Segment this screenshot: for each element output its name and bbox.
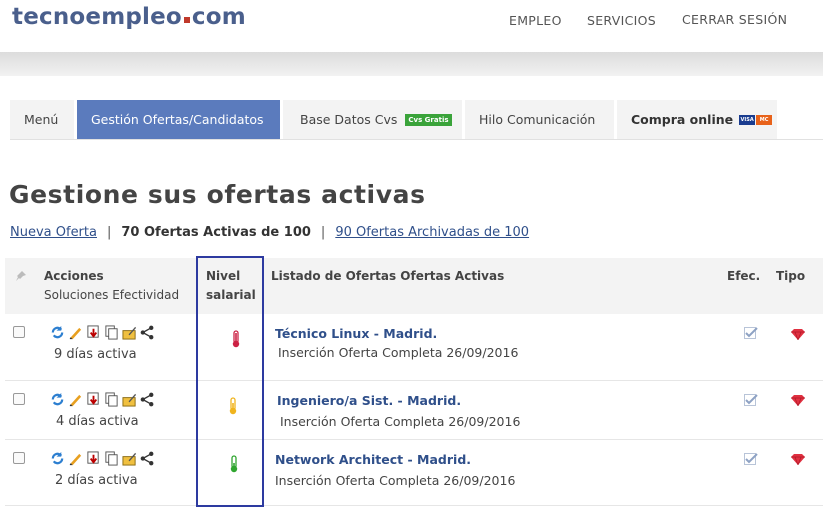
offer-title: Técnico Linux <box>275 326 370 341</box>
nav-cerrar-sesion[interactable]: CERRAR SESIÓN <box>682 12 787 27</box>
visa-card-icon: VISA <box>739 115 756 125</box>
copy-icon[interactable] <box>104 325 119 340</box>
tab-basedatos-label: Base Datos Cvs <box>300 112 398 127</box>
days-active: 2 días activa <box>55 473 138 488</box>
table-row: 2 días activa Network Architect - Madrid… <box>5 440 823 506</box>
download-icon[interactable] <box>86 451 101 466</box>
edit-pencil-icon[interactable] <box>68 451 83 466</box>
row-checkbox[interactable] <box>13 452 25 464</box>
top-header: tecnoempleo com EMPLEO SERVICIOS CERRAR S… <box>0 0 823 52</box>
edit-pencil-icon[interactable] <box>68 392 83 407</box>
tab-base-datos-cvs[interactable]: Base Datos Cvs Cvs Gratis <box>283 100 465 140</box>
nav-servicios[interactable]: SERVICIOS <box>587 13 656 28</box>
offer-insertion: Inserción Oferta Completa 26/09/2016 <box>275 473 516 488</box>
tab-compra-online[interactable]: Compra online VISA MC <box>617 100 780 140</box>
summary-separator: | <box>106 225 112 240</box>
share-icon[interactable] <box>140 451 155 466</box>
refresh-icon[interactable] <box>50 451 65 466</box>
header-band <box>0 52 823 76</box>
row-checkbox[interactable] <box>13 326 25 338</box>
cvs-gratis-badge: Cvs Gratis <box>405 114 452 126</box>
new-offer-link[interactable]: Nueva Oferta <box>10 225 97 240</box>
ruby-gem-icon <box>791 329 805 340</box>
row-checkbox[interactable] <box>13 393 25 405</box>
tab-hilo-label: Hilo Comunicación <box>479 112 596 127</box>
tab-compra-label: Compra online <box>631 112 734 127</box>
folder-edit-icon[interactable] <box>122 392 137 407</box>
logo-dot <box>183 17 190 23</box>
pin-icon <box>16 271 26 281</box>
folder-edit-icon[interactable] <box>122 451 137 466</box>
days-active: 4 días activa <box>56 414 139 429</box>
header-actions: Acciones <box>44 269 104 283</box>
active-offers-count: 70 Ofertas Activas de 100 <box>121 225 311 240</box>
offers-summary: Nueva Oferta | 70 Ofertas Activas de 100 | 9… <box>10 225 529 240</box>
row-actions <box>50 451 155 466</box>
copy-icon[interactable] <box>104 392 119 407</box>
tab-menu-label: Menú <box>24 112 59 127</box>
offer-title-link[interactable]: Ingeniero/a Sist. - Madrid. <box>277 393 461 408</box>
header-actions-sub: Soluciones Efectividad <box>44 288 180 302</box>
offer-insertion: Inserción Oferta Completa 26/09/2016 <box>278 345 519 360</box>
main-tabs: Menú Gestión Ofertas/Candidatos Base Dat… <box>10 100 780 140</box>
offers-table-header: Acciones Soluciones Efectividad Nivel sa… <box>5 258 823 314</box>
site-logo[interactable]: tecnoempleo com <box>12 4 246 30</box>
offer-title-link[interactable]: Network Architect - Madrid. <box>275 452 471 467</box>
salary-column-highlight <box>196 256 264 507</box>
header-listing: Listado de Ofertas Ofertas Activas <box>271 269 505 283</box>
mastercard-icon: MC <box>756 115 773 125</box>
offer-title-link[interactable]: Técnico Linux - Madrid. <box>275 326 437 341</box>
folder-edit-icon[interactable] <box>122 325 137 340</box>
offer-location: - Madrid. <box>369 326 438 341</box>
page-title: Gestione sus ofertas activas <box>9 180 426 209</box>
days-active: 9 días activa <box>54 347 137 362</box>
table-row: 9 días activa Técnico Linux - Madrid. In… <box>5 314 823 381</box>
offer-location: - Madrid. <box>403 452 472 467</box>
ruby-gem-icon <box>791 454 805 465</box>
ruby-gem-icon <box>791 395 805 406</box>
tab-gestion-label: Gestión Ofertas/Candidatos <box>91 112 264 127</box>
header-efec: Efec. <box>727 269 761 283</box>
archived-offers-link[interactable]: 90 Ofertas Archivadas de 100 <box>335 225 529 240</box>
download-icon[interactable] <box>86 325 101 340</box>
copy-icon[interactable] <box>104 451 119 466</box>
checkmark-icon <box>744 394 758 406</box>
edit-pencil-icon[interactable] <box>68 325 83 340</box>
share-icon[interactable] <box>140 392 155 407</box>
share-icon[interactable] <box>140 325 155 340</box>
payment-cards-icon: VISA MC <box>739 115 773 125</box>
download-icon[interactable] <box>86 392 101 407</box>
tab-hilo-comunicacion[interactable]: Hilo Comunicación <box>465 100 617 140</box>
offer-location: - Madrid. <box>393 393 462 408</box>
tabs-underline <box>10 139 823 140</box>
offer-title: Ingeniero/a Sist. <box>277 393 394 408</box>
tab-menu[interactable]: Menú <box>10 100 77 140</box>
checkmark-icon <box>744 327 758 339</box>
row-actions <box>50 325 155 340</box>
table-row: 4 días activa Ingeniero/a Sist. - Madrid… <box>5 381 823 440</box>
refresh-icon[interactable] <box>50 325 65 340</box>
row-actions <box>50 392 155 407</box>
summary-separator: | <box>320 225 326 240</box>
refresh-icon[interactable] <box>50 392 65 407</box>
offer-insertion: Inserción Oferta Completa 26/09/2016 <box>280 414 521 429</box>
tab-gestion-ofertas[interactable]: Gestión Ofertas/Candidatos <box>77 100 283 140</box>
header-tipo: Tipo <box>776 269 806 283</box>
checkmark-icon <box>744 453 758 465</box>
offer-title: Network Architect <box>275 452 404 467</box>
nav-empleo[interactable]: EMPLEO <box>509 13 562 28</box>
